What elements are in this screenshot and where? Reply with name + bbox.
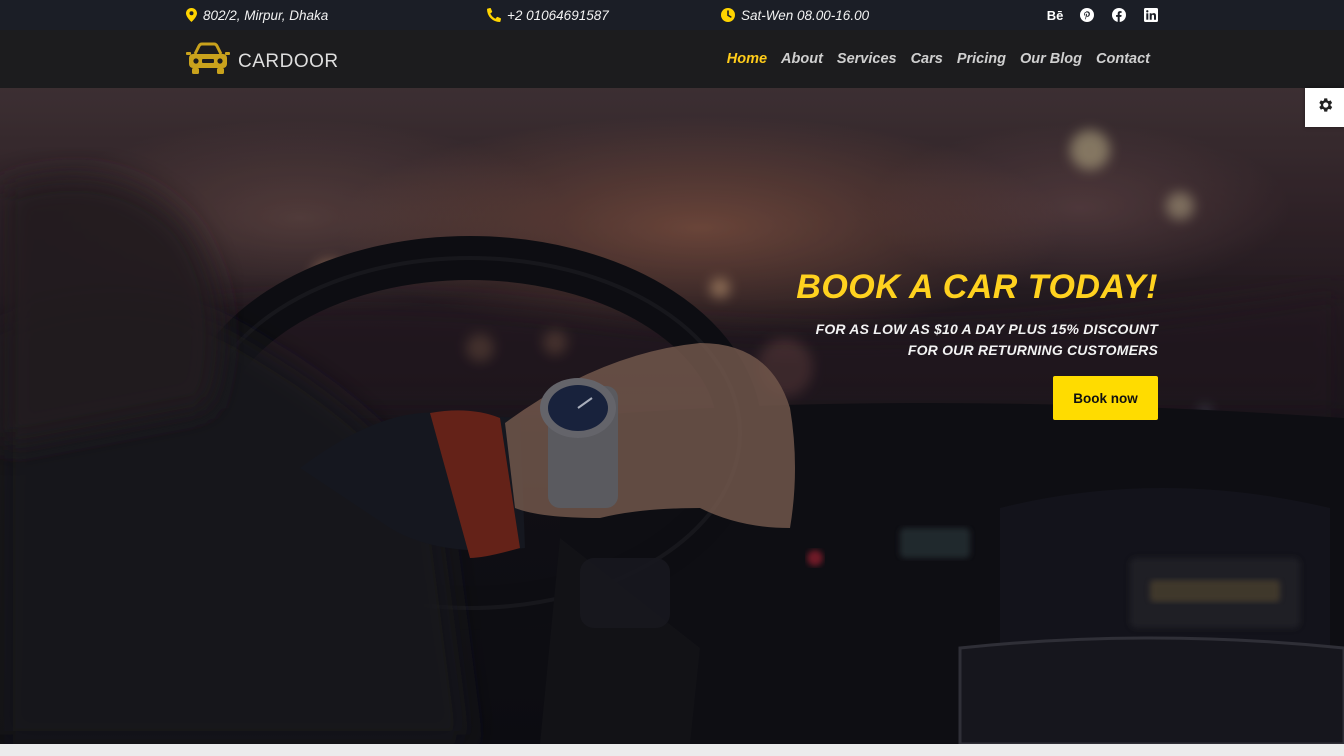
main-nav: Home About Services Cars Pricing Our Blo… bbox=[727, 30, 1150, 88]
hero-subtitle: FOR AS LOW AS $10 A DAY PLUS 15% DISCOUN… bbox=[558, 319, 1158, 361]
nav-item-contact[interactable]: Contact bbox=[1096, 51, 1150, 67]
hours-info: Sat-Wen 08.00-16.00 bbox=[721, 0, 869, 30]
nav-item-our-blog[interactable]: Our Blog bbox=[1020, 51, 1082, 67]
hero-subtitle-line-1: FOR AS LOW AS $10 A DAY PLUS 15% DISCOUN… bbox=[815, 321, 1158, 337]
nav-item-about[interactable]: About bbox=[781, 51, 823, 67]
clock-icon bbox=[721, 8, 735, 22]
hours-text: Sat-Wen 08.00-16.00 bbox=[741, 7, 870, 23]
hero-subtitle-line-2: FOR OUR RETURNING CUSTOMERS bbox=[907, 342, 1158, 358]
pinterest-icon[interactable] bbox=[1078, 6, 1096, 24]
facebook-icon[interactable] bbox=[1110, 6, 1128, 24]
logo[interactable]: CARDOOR bbox=[186, 42, 339, 81]
logo-text: CARDOOR bbox=[238, 50, 339, 72]
hero-content: BOOK A CAR TODAY! FOR AS LOW AS $10 A DA… bbox=[558, 268, 1158, 420]
page-bottom-edge bbox=[0, 744, 1344, 756]
nav-item-pricing[interactable]: Pricing bbox=[957, 51, 1006, 67]
linkedin-icon[interactable] bbox=[1142, 6, 1160, 24]
phone-icon bbox=[487, 8, 501, 22]
phone-info[interactable]: +2 01064691587 bbox=[487, 0, 609, 30]
address-info: 802/2, Mirpur, Dhaka bbox=[186, 0, 328, 30]
top-info-bar: 802/2, Mirpur, Dhaka +2 01064691587 Sat-… bbox=[0, 0, 1344, 30]
social-links: Bē bbox=[1046, 0, 1160, 30]
address-text: 802/2, Mirpur, Dhaka bbox=[203, 7, 329, 23]
hero-title: BOOK A CAR TODAY! bbox=[796, 268, 1158, 306]
gear-icon bbox=[1316, 96, 1334, 119]
nav-item-services[interactable]: Services bbox=[837, 51, 897, 67]
phone-text: +2 01064691587 bbox=[507, 7, 609, 23]
car-logo-icon bbox=[186, 42, 230, 81]
map-pin-icon bbox=[186, 8, 197, 22]
nav-item-cars[interactable]: Cars bbox=[911, 51, 943, 67]
nav-item-home[interactable]: Home bbox=[727, 51, 767, 67]
behance-icon[interactable]: Bē bbox=[1046, 6, 1064, 24]
main-navbar: CARDOOR Home About Services Cars Pricing… bbox=[0, 30, 1344, 88]
settings-toggle[interactable] bbox=[1305, 88, 1344, 127]
hero-section: BOOK A CAR TODAY! FOR AS LOW AS $10 A DA… bbox=[0, 88, 1344, 744]
book-now-button[interactable]: Book now bbox=[1053, 376, 1158, 420]
